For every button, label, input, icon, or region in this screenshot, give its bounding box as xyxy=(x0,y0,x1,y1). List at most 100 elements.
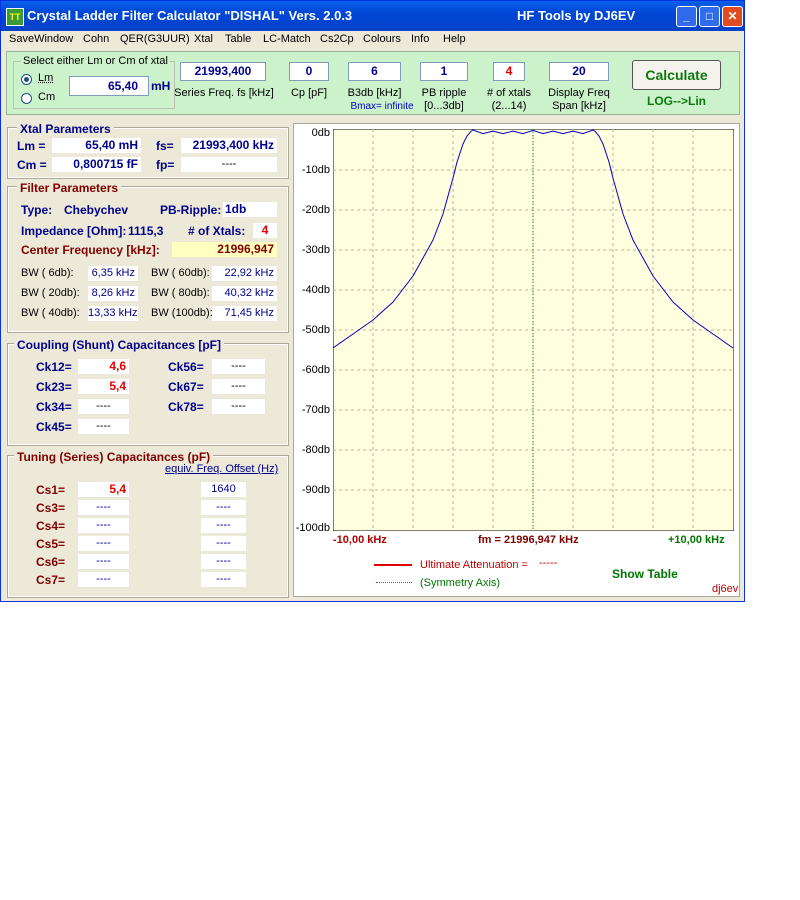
pb-ripple-input[interactable]: 1 xyxy=(420,62,468,81)
bw-20db-label: BW ( 20db): xyxy=(21,287,80,299)
center-frequency-value: 21996,947 xyxy=(172,242,277,257)
menu-lc-match[interactable]: LC-Match xyxy=(263,33,311,45)
ck78-value: ---- xyxy=(212,399,265,414)
type-value: Chebychev xyxy=(64,203,129,217)
ck23-value: 5,4 xyxy=(78,379,129,394)
radio-lm[interactable] xyxy=(21,74,32,85)
lm-cm-selector: Select either Lm or Cm of xtal Lm Cm 65,… xyxy=(13,55,175,109)
radio-cm-label[interactable]: Cm xyxy=(38,91,55,103)
fp-value: ---- xyxy=(181,157,277,172)
xtal-parameters-title: Xtal Parameters xyxy=(17,122,114,136)
cs3-offset: ---- xyxy=(201,500,246,515)
menu-xtal[interactable]: Xtal xyxy=(194,33,213,45)
ultimate-attenuation-label: Ultimate Attenuation = xyxy=(420,559,528,571)
cs6-label: Cs6= xyxy=(36,555,66,569)
filter-parameters-panel: Filter Parameters Type: Chebychev PB-Rip… xyxy=(7,181,289,333)
show-table-button[interactable]: Show Table xyxy=(612,567,678,581)
display-span-input[interactable]: 20 xyxy=(549,62,609,81)
coupling-panel: Coupling (Shunt) Capacitances [pF] Ck12=… xyxy=(7,338,289,446)
cs6-value: ---- xyxy=(78,554,129,569)
ck56-value: ---- xyxy=(212,359,265,374)
num-xtals-label: # of xtals xyxy=(486,87,532,99)
cs3-value: ---- xyxy=(78,500,129,515)
cs5-offset: ---- xyxy=(201,536,246,551)
bw-20db-value: 8,26 kHz xyxy=(88,286,138,301)
bw-60db-label: BW ( 60db): xyxy=(151,267,210,279)
menu-savewindow[interactable]: SaveWindow xyxy=(9,33,73,45)
ultimate-attenuation-value: ----- xyxy=(539,557,558,569)
bw-6db-label: BW ( 6db): xyxy=(21,267,74,279)
cs6-offset: ---- xyxy=(201,554,246,569)
bw-80db-label: BW ( 80db): xyxy=(151,287,210,299)
series-freq-input[interactable]: 21993,400 xyxy=(180,62,266,81)
menu-colours[interactable]: Colours xyxy=(363,33,401,45)
cs4-label: Cs4= xyxy=(36,519,66,533)
ck78-label: Ck78= xyxy=(168,400,204,414)
y-tick-3: -30db xyxy=(301,244,330,256)
x-right-label: +10,00 kHz xyxy=(668,534,725,546)
brand-label: HF Tools by DJ6EV xyxy=(517,8,636,23)
menu-bar: SaveWindow Cohn QER(G3UUR) Xtal Table LC… xyxy=(1,31,744,49)
radio-lm-label[interactable]: Lm xyxy=(38,72,53,84)
log-lin-toggle[interactable]: LOG-->Lin xyxy=(632,95,721,107)
cp-label: Cp [pF] xyxy=(290,87,328,99)
ck45-value: ---- xyxy=(78,419,129,434)
freq-offset-link[interactable]: equiv. Freq. Offset (Hz) xyxy=(165,463,278,475)
y-tick-1: -10db xyxy=(301,164,330,176)
symmetry-legend-swatch xyxy=(376,582,412,583)
maximize-icon[interactable]: □ xyxy=(699,6,720,27)
y-tick-4: -40db xyxy=(301,284,330,296)
y-tick-7: -70db xyxy=(301,404,330,416)
menu-info[interactable]: Info xyxy=(411,33,429,45)
b3db-input[interactable]: 6 xyxy=(348,62,401,81)
menu-help[interactable]: Help xyxy=(443,33,466,45)
input-panel: Select either Lm or Cm of xtal Lm Cm 65,… xyxy=(6,51,740,115)
response-chart xyxy=(333,129,734,531)
cs7-label: Cs7= xyxy=(36,573,66,587)
lm-value: 65,40 mH xyxy=(52,138,141,153)
menu-cs2cp[interactable]: Cs2Cp xyxy=(320,33,354,45)
menu-qer[interactable]: QER(G3UUR) xyxy=(120,33,190,45)
response-plot-panel: 0db -10db -20db -30db -40db -50db -60db … xyxy=(293,123,740,597)
bw-6db-value: 6,35 kHz xyxy=(88,266,138,281)
fs-label: fs= xyxy=(156,139,174,153)
ultimate-legend-swatch xyxy=(374,564,412,566)
pb-ripple-label: PB ripple xyxy=(421,87,467,99)
menu-cohn[interactable]: Cohn xyxy=(83,33,109,45)
xtals-count-value: 4 xyxy=(253,223,277,238)
window-title: Crystal Ladder Filter Calculator "DISHAL… xyxy=(27,8,353,23)
bw-100db-label: BW (100db): xyxy=(151,307,213,319)
ck12-value: 4,6 xyxy=(78,359,129,374)
calculate-button[interactable]: Calculate xyxy=(632,60,721,90)
cs1-value: 5,4 xyxy=(78,482,129,497)
coupling-title: Coupling (Shunt) Capacitances [pF] xyxy=(14,338,224,352)
close-icon[interactable]: ✕ xyxy=(722,6,743,27)
xtal-parameters-panel: Xtal Parameters Lm = 65,40 mH fs= 21993,… xyxy=(7,122,289,179)
y-tick-5: -50db xyxy=(301,324,330,336)
cp-input[interactable]: 0 xyxy=(289,62,329,81)
b3db-label: B3db [kHz] xyxy=(347,87,402,99)
bmax-note: Bmax= infinite xyxy=(350,101,414,112)
bw-40db-label: BW ( 40db): xyxy=(21,307,80,319)
bw-60db-value: 22,92 kHz xyxy=(212,266,277,281)
pb-ripple-range: [0...3db] xyxy=(424,100,464,112)
cm-label: Cm = xyxy=(17,158,47,172)
bw-100db-value: 71,45 kHz xyxy=(212,306,277,321)
tuning-panel: Tuning (Series) Capacitances (pF) equiv.… xyxy=(7,450,289,598)
inductance-input[interactable]: 65,40 xyxy=(69,76,149,96)
app-icon: TT xyxy=(6,8,24,26)
impedance-label: Impedance [Ohm]: xyxy=(21,224,127,238)
menu-table[interactable]: Table xyxy=(225,33,251,45)
minimize-icon[interactable]: _ xyxy=(676,6,697,27)
inductance-unit: mH xyxy=(151,79,171,93)
filter-parameters-title: Filter Parameters xyxy=(17,181,122,195)
y-tick-10: -100db xyxy=(295,522,330,534)
num-xtals-input[interactable]: 4 xyxy=(493,62,525,81)
title-bar[interactable]: TT Crystal Ladder Filter Calculator "DIS… xyxy=(1,1,744,31)
radio-cm[interactable] xyxy=(21,93,32,104)
ck23-label: Ck23= xyxy=(36,380,72,394)
cs1-label: Cs1= xyxy=(36,483,66,497)
fp-label: fp= xyxy=(156,158,175,172)
ck67-value: ---- xyxy=(212,379,265,394)
fs-value: 21993,400 kHz xyxy=(181,138,277,153)
